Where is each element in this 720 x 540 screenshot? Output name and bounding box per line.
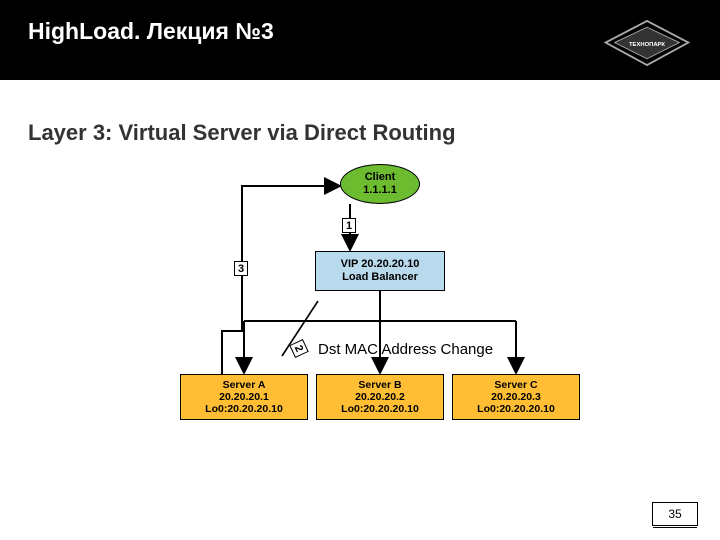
server-a-node: Server A 20.20.20.1 Lo0:20.20.20.10	[180, 374, 308, 420]
flow-badge-1: 1	[342, 218, 356, 233]
server-c-name: Server C	[494, 379, 537, 391]
client-ip: 1.1.1.1	[363, 184, 397, 197]
server-b-lo: Lo0:20.20.20.10	[341, 403, 419, 415]
vip-load-balancer-node: VIP 20.20.20.10 Load Balancer	[315, 251, 445, 291]
server-b-node: Server B 20.20.20.2 Lo0:20.20.20.10	[316, 374, 444, 420]
server-a-lo: Lo0:20.20.20.10	[205, 403, 283, 415]
server-c-node: Server C 20.20.20.3 Lo0:20.20.20.10	[452, 374, 580, 420]
vip-line2: Load Balancer	[342, 271, 418, 284]
client-node: Client 1.1.1.1	[340, 164, 420, 204]
lecture-title: HighLoad. Лекция №3	[28, 18, 274, 45]
diagram-arrows	[0, 156, 720, 486]
flow-badge-2: 2	[289, 339, 309, 358]
server-a-ip: 20.20.20.1	[219, 391, 269, 403]
technopark-logo: ТЕХНОПАРК	[602, 18, 692, 68]
server-c-ip: 20.20.20.3	[491, 391, 541, 403]
page-number: 35	[652, 502, 698, 526]
server-b-name: Server B	[358, 379, 401, 391]
flow-badge-3: 3	[234, 261, 248, 276]
slide-header: HighLoad. Лекция №3 ТЕХНОПАРК	[0, 0, 720, 80]
client-name: Client	[365, 171, 396, 184]
server-b-ip: 20.20.20.2	[355, 391, 405, 403]
vip-line1: VIP 20.20.20.10	[341, 258, 420, 271]
logo-text: ТЕХНОПАРК	[629, 42, 665, 48]
server-a-name: Server A	[223, 379, 266, 391]
section-title: Layer 3: Virtual Server via Direct Routi…	[0, 80, 720, 156]
server-c-lo: Lo0:20.20.20.10	[477, 403, 555, 415]
diagram-canvas: Client 1.1.1.1 VIP 20.20.20.10 Load Bala…	[0, 156, 720, 486]
mac-change-annotation: Dst MAC Address Change	[318, 341, 493, 358]
